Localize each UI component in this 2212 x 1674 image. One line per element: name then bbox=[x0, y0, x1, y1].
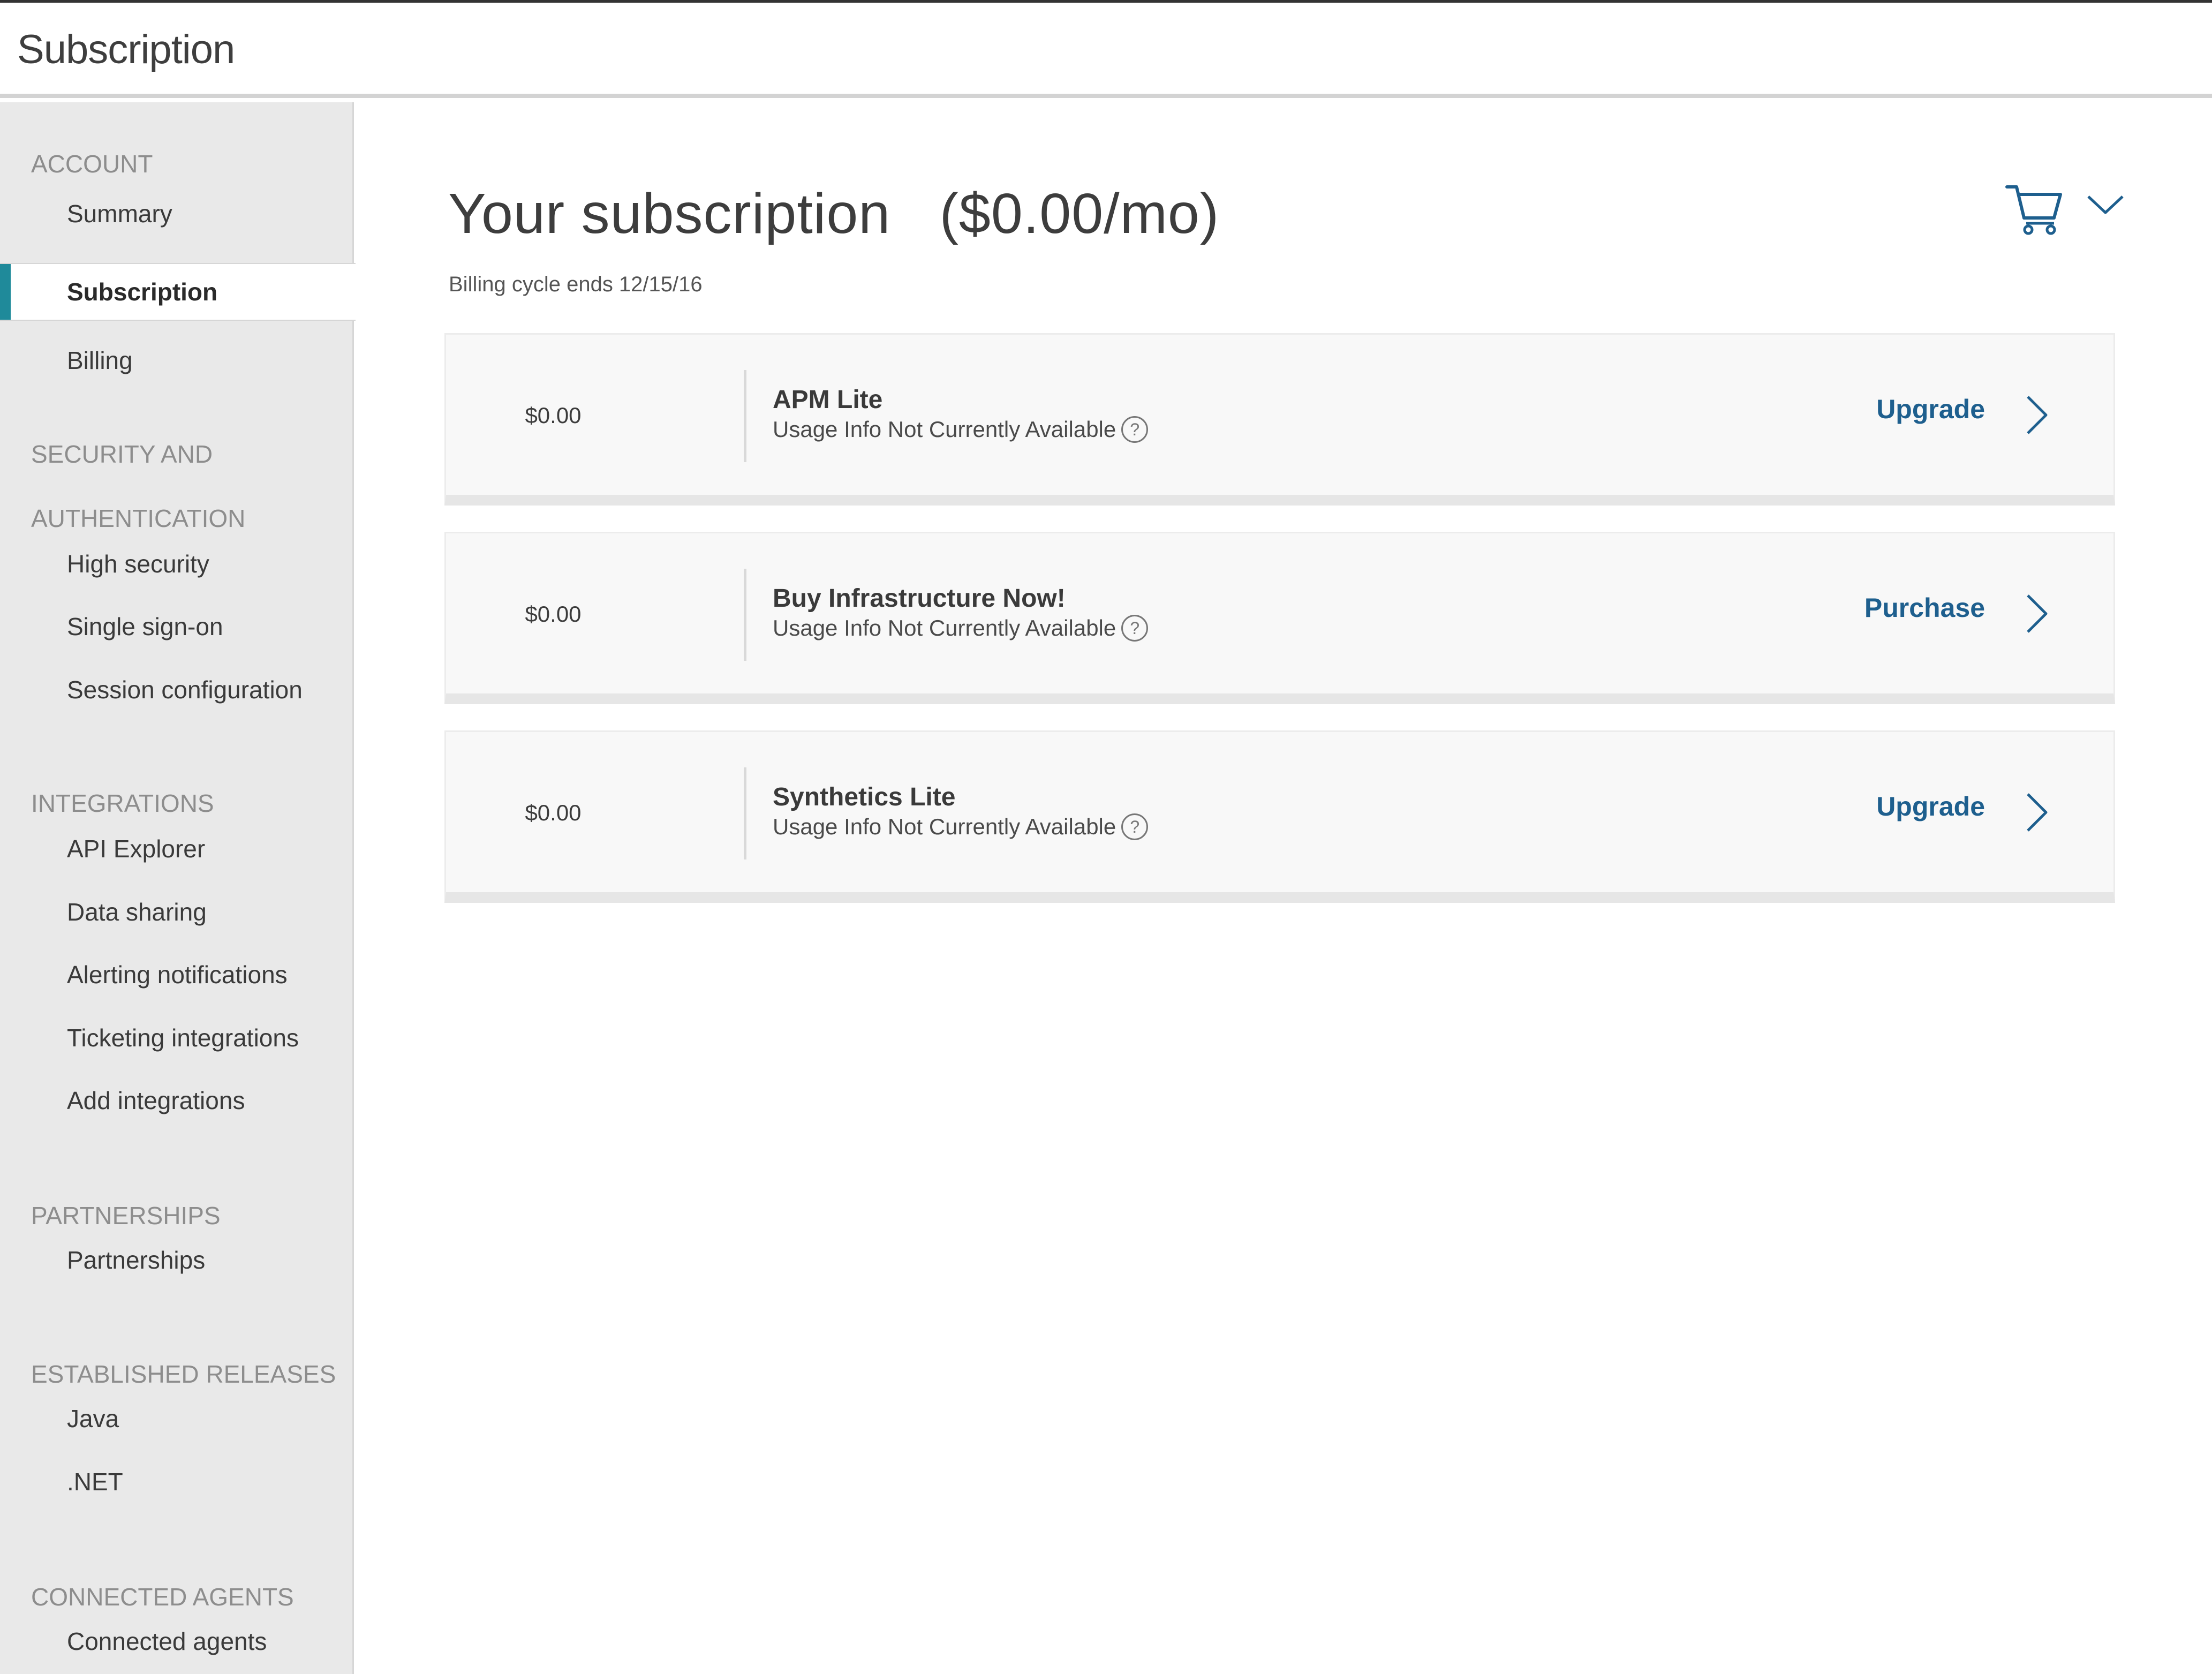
product-card: $0.00 Synthetics Lite Usage Info Not Cur… bbox=[444, 730, 2115, 903]
card-divider bbox=[744, 767, 746, 859]
section-header-connected-agents: CONNECTED AGENTS bbox=[31, 1583, 294, 1611]
sidebar-item-high-security[interactable]: High security bbox=[0, 535, 354, 593]
section-header-integrations: INTEGRATIONS bbox=[31, 789, 214, 817]
upgrade-button[interactable]: Upgrade bbox=[1876, 394, 1985, 425]
card-divider bbox=[744, 569, 746, 661]
help-icon[interactable]: ? bbox=[1121, 615, 1149, 642]
billing-cycle-text: Billing cycle ends 12/15/16 bbox=[449, 273, 703, 296]
sidebar-item-java[interactable]: Java bbox=[0, 1390, 354, 1447]
section-header-partnerships: PARTNERSHIPS bbox=[31, 1202, 221, 1230]
product-card: $0.00 Buy Infrastructure Now! Usage Info… bbox=[444, 532, 2115, 704]
page-header-title: Subscription bbox=[17, 27, 235, 72]
sidebar-item-single-sign-on[interactable]: Single sign-on bbox=[0, 598, 354, 655]
section-header-authentication: AUTHENTICATION bbox=[31, 504, 246, 532]
chevron-right-icon[interactable] bbox=[2025, 395, 2049, 435]
help-icon[interactable]: ? bbox=[1121, 416, 1149, 443]
sidebar-item-summary[interactable]: Summary bbox=[0, 185, 354, 243]
usage-text: Usage Info Not Currently Available bbox=[773, 814, 1116, 839]
product-price: $0.00 bbox=[525, 800, 582, 825]
product-name: APM Lite bbox=[773, 386, 883, 414]
main-content: Your subscription ($0.00/mo) Billing cyc… bbox=[356, 102, 2212, 1674]
product-usage: Usage Info Not Currently Available ? bbox=[773, 416, 1149, 443]
sidebar-item-ticketing-integrations[interactable]: Ticketing integrations bbox=[0, 1009, 354, 1067]
usage-text: Usage Info Not Currently Available bbox=[773, 615, 1116, 640]
product-name: Synthetics Lite bbox=[773, 783, 956, 811]
section-header-security: SECURITY AND bbox=[31, 440, 213, 468]
sidebar-item-session-configuration[interactable]: Session configuration bbox=[0, 661, 354, 719]
section-header-established-releases: ESTABLISHED RELEASES bbox=[31, 1360, 336, 1388]
card-divider bbox=[744, 370, 746, 462]
product-price: $0.00 bbox=[525, 403, 582, 428]
shopping-cart-icon[interactable] bbox=[2005, 183, 2064, 236]
sidebar-item-add-integrations[interactable]: Add integrations bbox=[0, 1072, 354, 1129]
sidebar-item-data-sharing[interactable]: Data sharing bbox=[0, 883, 354, 941]
help-icon[interactable]: ? bbox=[1121, 813, 1149, 840]
purchase-button[interactable]: Purchase bbox=[1864, 592, 1985, 623]
sidebar-item-partnerships[interactable]: Partnerships bbox=[0, 1231, 354, 1289]
product-price: $0.00 bbox=[525, 601, 582, 627]
upgrade-button[interactable]: Upgrade bbox=[1876, 791, 1985, 822]
app-header: Subscription bbox=[0, 3, 2212, 98]
subscription-monthly-price: ($0.00/mo) bbox=[939, 182, 1220, 245]
product-card: $0.00 APM Lite Usage Info Not Currently … bbox=[444, 333, 2115, 506]
product-usage: Usage Info Not Currently Available ? bbox=[773, 615, 1149, 642]
chevron-right-icon[interactable] bbox=[2025, 792, 2049, 833]
subscription-title: Your subscription ($0.00/mo) bbox=[448, 182, 1219, 246]
chevron-down-icon[interactable] bbox=[2086, 192, 2125, 218]
sidebar: ACCOUNT Summary Subscription Billing SEC… bbox=[0, 102, 356, 1674]
chevron-right-icon[interactable] bbox=[2025, 593, 2049, 634]
sidebar-item-dotnet[interactable]: .NET bbox=[0, 1453, 354, 1511]
sidebar-item-api-explorer[interactable]: API Explorer bbox=[0, 820, 354, 878]
product-name: Buy Infrastructure Now! bbox=[773, 584, 1066, 613]
sidebar-item-connected-agents[interactable]: Connected agents bbox=[0, 1612, 354, 1670]
usage-text: Usage Info Not Currently Available bbox=[773, 417, 1116, 442]
section-header-account: ACCOUNT bbox=[31, 150, 153, 178]
sidebar-item-billing[interactable]: Billing bbox=[0, 331, 354, 389]
subscription-title-text: Your subscription bbox=[448, 182, 891, 245]
product-usage: Usage Info Not Currently Available ? bbox=[773, 813, 1149, 840]
sidebar-item-subscription[interactable]: Subscription bbox=[0, 263, 356, 321]
sidebar-item-alerting-notifications[interactable]: Alerting notifications bbox=[0, 946, 354, 1004]
